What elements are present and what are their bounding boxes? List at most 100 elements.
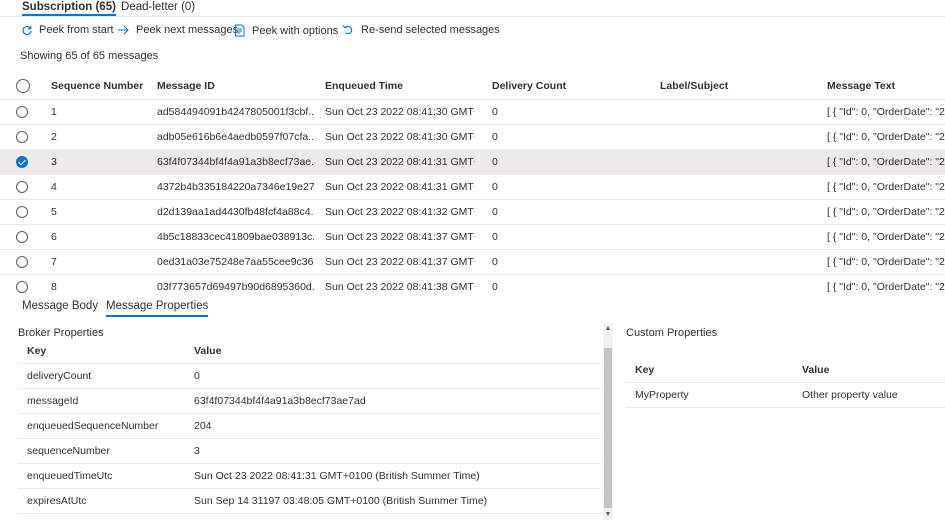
peek-next-label: Peek next messages: [136, 24, 239, 36]
refresh-icon: [21, 24, 33, 36]
property-key: expiresAtUtc: [27, 495, 87, 507]
sequence-cell: 2: [51, 131, 57, 143]
peek-from-start-label: Peek from start: [39, 24, 114, 36]
resend-button[interactable]: Re-send selected messages: [342, 24, 500, 36]
peek-from-start-button[interactable]: Peek from start: [21, 24, 114, 36]
scroll-thumb[interactable]: [604, 348, 612, 508]
broker-property-row: enqueuedTimeUtc Sun Oct 23 2022 08:41:31 …: [18, 464, 601, 489]
row-select-radio[interactable]: [16, 231, 28, 243]
message-id-cell: 0ed31a03e75248e7aa55cee9c36...: [157, 256, 314, 268]
sequence-cell: 3: [51, 156, 57, 168]
row-select-radio[interactable]: [16, 281, 28, 293]
label-cell: [660, 200, 810, 225]
enqueued-time-cell: Sun Oct 23 2022 08:41:30 GMT+...: [325, 106, 475, 118]
property-key: sequenceNumber: [27, 445, 110, 457]
active-tab-indicator: [106, 315, 209, 317]
column-header-sequence[interactable]: Sequence Number: [51, 72, 146, 100]
table-row[interactable]: 4 4372b4b335184220a7346e19e27... Sun Oct 2…: [0, 175, 945, 200]
broker-properties-title: Broker Properties: [18, 327, 104, 339]
broker-property-row: enqueuedSequenceNumber 204: [18, 414, 601, 439]
enqueued-time-cell: Sun Oct 23 2022 08:41:31 GMT+...: [325, 181, 475, 193]
sequence-cell: 7: [51, 256, 57, 268]
sequence-cell: 8: [51, 281, 57, 293]
custom-properties-title: Custom Properties: [626, 327, 718, 339]
peek-with-options-button[interactable]: Peek with options: [234, 24, 338, 37]
custom-property-row: MyProperty Other property value: [626, 383, 945, 408]
tab-dead-letter[interactable]: Dead-letter (0): [121, 1, 195, 13]
peek-next-button[interactable]: Peek next messages: [117, 24, 238, 36]
sequence-cell: 4: [51, 181, 57, 193]
properties-scrollbar[interactable]: ▲ ▼: [603, 324, 613, 520]
property-value: Sun Sep 14 31197 03:48:05 GMT+0100 (Brit…: [194, 495, 488, 507]
custom-key-header: Key: [635, 364, 655, 376]
broker-key-header: Key: [27, 345, 47, 357]
row-select-radio[interactable]: [16, 181, 28, 193]
property-key: MyProperty: [635, 389, 689, 401]
message-id-cell: adb05e616b6e4aedb0597f07cfa...: [157, 131, 314, 143]
label-cell: [660, 150, 810, 175]
message-text-cell: [ { "Id": 0, "OrderDate": "202: [827, 206, 945, 218]
row-select-radio[interactable]: [16, 131, 28, 143]
tab-subscription-label: Subscription (65): [22, 1, 116, 13]
table-row[interactable]: 3 63f4f07344bf4f4a91a3b8ecf73ae... Sun Oct…: [0, 150, 945, 175]
tab-subscription[interactable]: Subscription (65): [22, 1, 116, 16]
arrow-right-icon: [117, 24, 130, 36]
enqueued-time-cell: Sun Oct 23 2022 08:41:32 GMT+...: [325, 206, 475, 218]
message-text-cell: [ { "Id": 0, "OrderDate": "202: [827, 181, 945, 193]
sequence-cell: 6: [51, 231, 57, 243]
column-header-message-id[interactable]: Message ID: [157, 72, 314, 100]
column-header-delivery-count[interactable]: Delivery Count: [492, 72, 642, 100]
table-row[interactable]: 7 0ed31a03e75248e7aa55cee9c36... Sun Oct 2…: [0, 250, 945, 275]
row-select-radio[interactable]: [16, 206, 28, 218]
grid-header-row: Sequence Number Message ID Enqueued Time…: [0, 72, 945, 100]
select-all-radio[interactable]: [16, 79, 30, 93]
scroll-up-icon[interactable]: ▲: [603, 324, 613, 334]
message-id-cell: d2d139aa1ad4430fb48fcf4a88c4...: [157, 206, 314, 218]
table-row[interactable]: 1 ad584494091b4247805001f3cbf... Sun Oct 2…: [0, 100, 945, 125]
sequence-cell: 5: [51, 206, 57, 218]
broker-header-row: Key Value: [18, 339, 601, 364]
property-key: deliveryCount: [27, 370, 92, 382]
enqueued-time-cell: Sun Oct 23 2022 08:41:37 GMT+...: [325, 231, 475, 243]
message-id-cell: 4372b4b335184220a7346e19e27...: [157, 181, 314, 193]
row-select-radio[interactable]: [16, 106, 28, 118]
message-text-cell: [ { "Id": 0, "OrderDate": "202: [827, 131, 945, 143]
scroll-down-icon[interactable]: ▼: [603, 510, 613, 520]
table-row[interactable]: 2 adb05e616b6e4aedb0597f07cfa... Sun Oct 2…: [0, 125, 945, 150]
delivery-count-cell: 0: [492, 256, 498, 268]
label-cell: [660, 275, 810, 293]
tab-message-properties[interactable]: Message Properties: [106, 300, 209, 317]
details-tabs: Message Body Message Properties: [0, 298, 945, 320]
property-key: enqueuedSequenceNumber: [27, 420, 159, 432]
column-header-label[interactable]: Label/Subject: [660, 72, 810, 100]
delivery-count-cell: 0: [492, 206, 498, 218]
property-value: 204: [194, 420, 212, 432]
tab-message-body[interactable]: Message Body: [22, 300, 98, 312]
resend-icon: [342, 24, 355, 36]
table-row[interactable]: 6 4b5c18833cec41809bae038913c... Sun Oct 2…: [0, 225, 945, 250]
tab-dead-letter-label: Dead-letter (0): [121, 1, 196, 13]
column-header-message-text[interactable]: Message Text: [827, 72, 945, 100]
broker-property-row: sequenceNumber 3: [18, 439, 601, 464]
delivery-count-cell: 0: [492, 156, 498, 168]
property-value: 3: [194, 445, 200, 457]
delivery-count-cell: 0: [492, 131, 498, 143]
toolbar: Peek from start Peek next messages Peek …: [0, 24, 945, 42]
row-select-radio[interactable]: [16, 256, 28, 268]
property-value: 63f4f07344bf4f4a91a3b8ecf73ae7ad: [194, 395, 366, 407]
delivery-count-cell: 0: [492, 181, 498, 193]
column-header-enqueued[interactable]: Enqueued Time: [325, 72, 475, 100]
message-id-cell: 03f773657d69497b90d6895360d...: [157, 281, 314, 293]
row-select-radio[interactable]: [16, 156, 28, 168]
table-row[interactable]: 5 d2d139aa1ad4430fb48fcf4a88c4... Sun Oct …: [0, 200, 945, 225]
enqueued-time-cell: Sun Oct 23 2022 08:41:37 GMT+...: [325, 256, 475, 268]
message-text-cell: [ { "Id": 0, "OrderDate": "202: [827, 106, 945, 118]
table-row[interactable]: 8 03f773657d69497b90d6895360d... Sun Oct 2…: [0, 275, 945, 293]
messages-grid: Sequence Number Message ID Enqueued Time…: [0, 72, 945, 293]
label-cell: [660, 175, 810, 200]
enqueued-time-cell: Sun Oct 23 2022 08:41:30 GMT+...: [325, 131, 475, 143]
property-key: messageId: [27, 395, 79, 407]
delivery-count-cell: 0: [492, 281, 498, 293]
delivery-count-cell: 0: [492, 231, 498, 243]
sequence-cell: 1: [51, 106, 57, 118]
